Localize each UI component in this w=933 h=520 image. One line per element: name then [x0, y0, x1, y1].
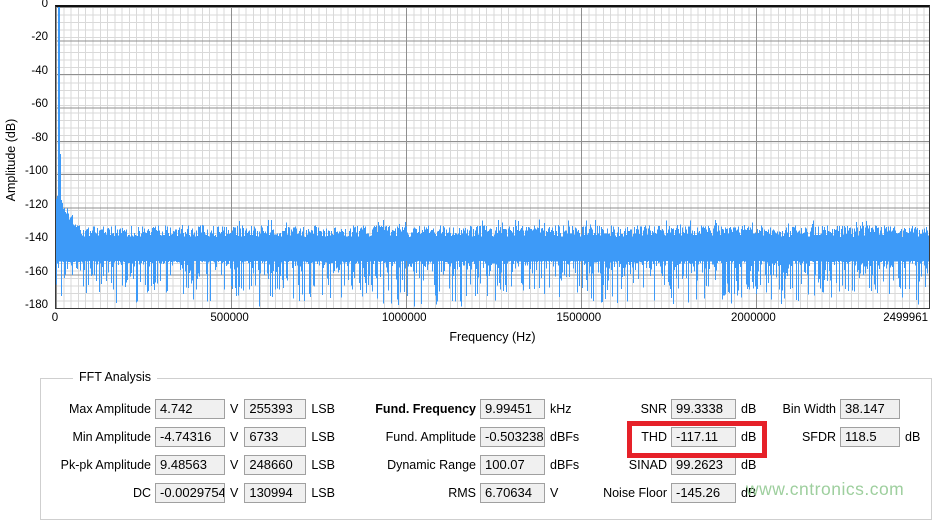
amplitude-column: Max Amplitude 4.742 V 255393 LSB Min Amp…: [46, 395, 335, 507]
unit-label: V: [230, 402, 239, 416]
unit-label: kHz: [550, 402, 572, 416]
value-field[interactable]: 9.48563: [155, 455, 225, 475]
spectrum-trace: [56, 7, 929, 307]
field-row-sfdr: SFDR 118.5 dB: [771, 423, 920, 451]
x-tick-label: 1500000: [556, 312, 602, 324]
value-field[interactable]: 99.3338: [671, 399, 736, 419]
value-field[interactable]: 4.742: [155, 399, 225, 419]
value-field[interactable]: 9.99451: [480, 399, 545, 419]
groupbox-legend: FFT Analysis: [73, 370, 158, 384]
field-label: Fund. Amplitude: [385, 430, 476, 444]
field-row-pkpk-amplitude: Pk-pk Amplitude 9.48563 V 248660 LSB: [46, 451, 335, 479]
fundamental-column: Fund. Frequency 9.99451 kHz Fund. Amplit…: [361, 395, 579, 507]
value-field[interactable]: 6.70634: [480, 483, 545, 503]
field-label: Noise Floor: [603, 486, 667, 500]
field-label: RMS: [448, 486, 476, 500]
field-row-noise-floor: Noise Floor -145.26 dB: [587, 479, 756, 507]
value-field[interactable]: 38.147: [840, 399, 900, 419]
x-tick-label: 2000000: [731, 312, 776, 324]
field-row-dynamic-range: Dynamic Range 100.07 dBFs: [361, 451, 579, 479]
field-row-thd: THD -117.11 dB: [587, 423, 756, 451]
value-field[interactable]: 100.07: [480, 455, 545, 475]
value-field[interactable]: -4.74316: [155, 427, 225, 447]
watermark-text: www.cntronics.com: [746, 479, 905, 499]
unit-label: LSB: [311, 486, 335, 500]
value-field[interactable]: -0.503238: [480, 427, 545, 447]
value-field[interactable]: 248660: [244, 455, 307, 475]
field-row-fund-amplitude: Fund. Amplitude -0.503238 dBFs: [361, 423, 579, 451]
y-tick-label: -160: [24, 265, 48, 278]
x-axis-title: Frequency (Hz): [449, 330, 536, 344]
field-label: Pk-pk Amplitude: [60, 458, 151, 472]
unit-label: LSB: [311, 458, 335, 472]
value-field[interactable]: 130994: [244, 483, 307, 503]
field-row-bin-width: Bin Width 38.147: [771, 395, 920, 423]
unit-label: V: [230, 486, 239, 500]
field-label: Max Amplitude: [69, 402, 151, 416]
unit-label: dB: [905, 430, 921, 444]
unit-label: V: [550, 486, 559, 500]
field-label: SINAD: [628, 458, 667, 472]
unit-label: LSB: [311, 402, 335, 416]
unit-label: LSB: [311, 430, 335, 444]
value-field[interactable]: 6733: [244, 427, 307, 447]
value-field[interactable]: 118.5: [840, 427, 900, 447]
value-field[interactable]: 255393: [244, 399, 307, 419]
noise-metrics-column: SNR 99.3338 dB THD -117.11 dB SINAD 99.2…: [587, 395, 756, 507]
value-field[interactable]: -117.11: [671, 427, 736, 447]
y-tick-label: -20: [31, 31, 48, 44]
field-label: Dynamic Range: [387, 458, 476, 472]
field-label: DC: [132, 486, 151, 500]
x-tick-label: 1000000: [381, 312, 427, 324]
unit-label: dBFs: [550, 430, 580, 444]
field-label: SNR: [640, 402, 667, 416]
y-tick-label: 0: [41, 0, 48, 10]
y-axis-tick-labels: 0 -20 -40 -60 -80 -100 -120 -140 -160 -180: [0, 0, 48, 320]
field-row-snr: SNR 99.3338 dB: [587, 395, 756, 423]
x-tick-label: 500000: [210, 312, 249, 324]
y-tick-label: -80: [31, 131, 48, 144]
value-field[interactable]: -0.0029754: [155, 483, 225, 503]
unit-label: dB: [741, 458, 757, 472]
y-tick-label: -40: [31, 64, 48, 77]
field-row-sinad: SINAD 99.2623 dB: [587, 451, 756, 479]
field-label: Bin Width: [782, 402, 837, 416]
unit-label: dBFs: [550, 458, 580, 472]
unit-label: V: [230, 430, 239, 444]
unit-label: V: [230, 458, 239, 472]
field-row-max-amplitude: Max Amplitude 4.742 V 255393 LSB: [46, 395, 335, 423]
x-axis-tick-labels: 0 500000 1000000 1500000 2000000 2499961: [0, 312, 933, 328]
field-label: Fund. Frequency: [375, 402, 476, 416]
y-tick-label: -100: [24, 165, 48, 178]
bin-metrics-column: Bin Width 38.147 SFDR 118.5 dB: [771, 395, 920, 451]
unit-label: dB: [741, 402, 757, 416]
x-tick-label: 2499961: [883, 312, 928, 324]
x-tick-label: 0: [51, 312, 59, 324]
field-label: THD: [641, 430, 667, 444]
field-row-rms: RMS 6.70634 V: [361, 479, 579, 507]
plot-area[interactable]: [55, 5, 930, 309]
unit-label: dB: [741, 430, 757, 444]
value-field[interactable]: 99.2623: [671, 455, 736, 475]
field-row-fund-frequency: Fund. Frequency 9.99451 kHz: [361, 395, 579, 423]
field-label: Min Amplitude: [72, 430, 151, 444]
y-tick-label: -60: [31, 98, 48, 111]
field-row-dc: DC -0.0029754 V 130994 LSB: [46, 479, 335, 507]
y-tick-label: -140: [24, 232, 48, 245]
fft-spectrum-chart: Amplitude (dB) 0 -20 -40 -60 -80 -100 -120 -140…: [0, 0, 933, 360]
field-row-min-amplitude: Min Amplitude -4.74316 V 6733 LSB: [46, 423, 335, 451]
y-tick-label: -120: [24, 198, 48, 211]
field-label: SFDR: [801, 430, 836, 444]
y-tick-label: -180: [24, 299, 48, 311]
value-field[interactable]: -145.26: [671, 483, 736, 503]
